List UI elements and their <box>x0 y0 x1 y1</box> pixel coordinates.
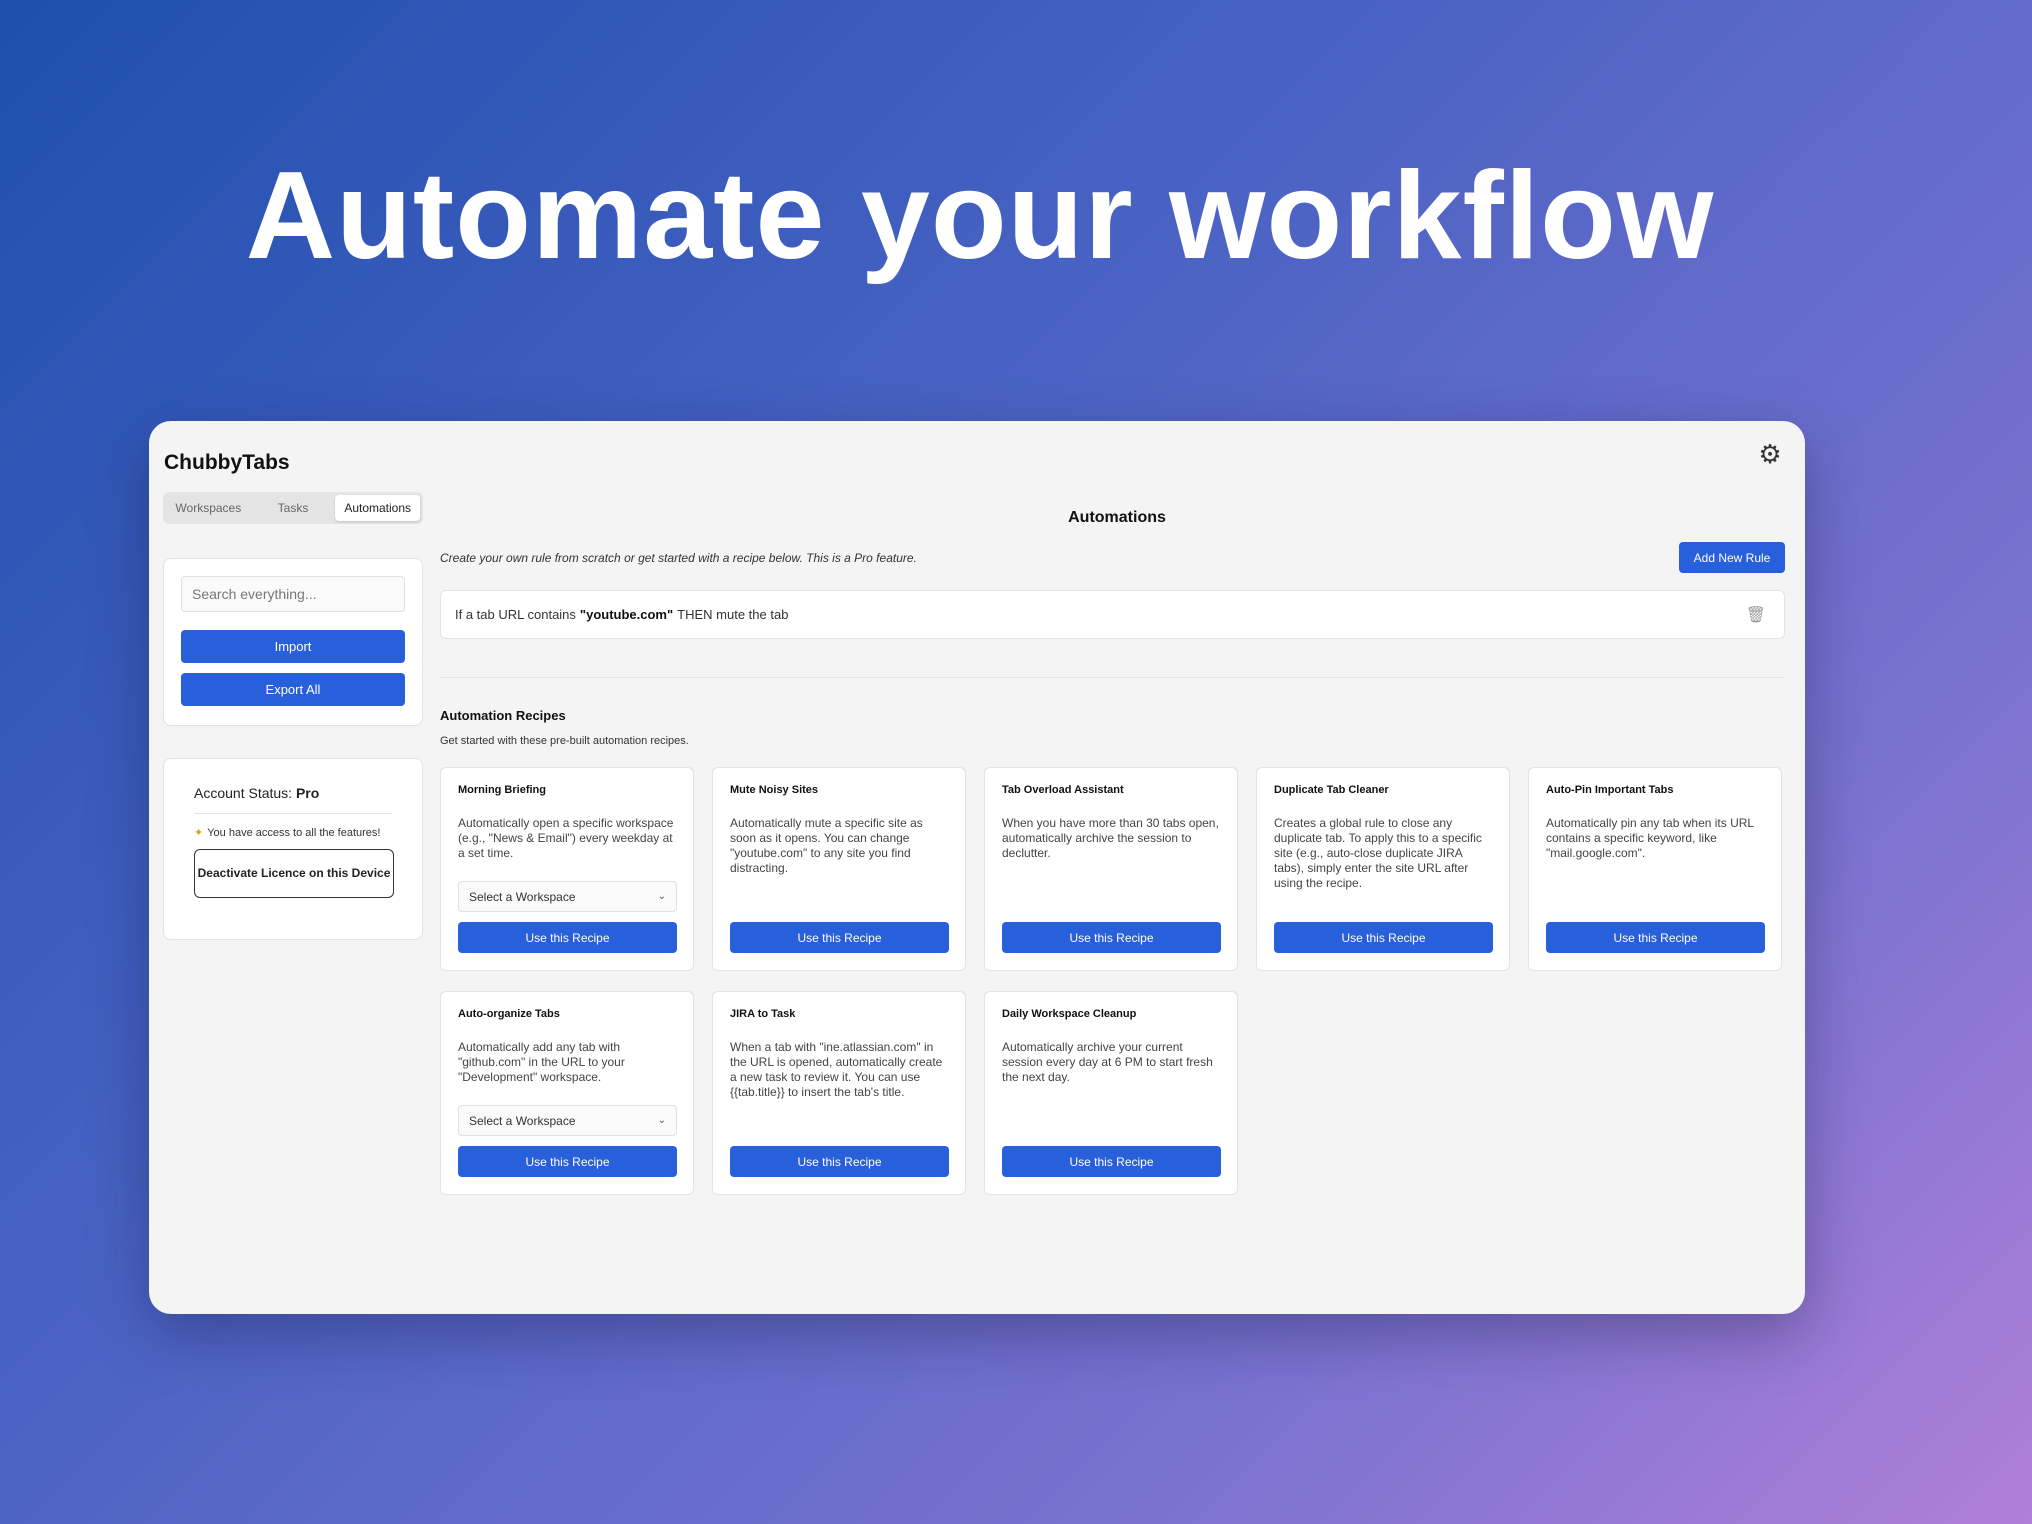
recipe-card-morning-briefing: Morning Briefing Automatically open a sp… <box>440 767 694 971</box>
export-all-button[interactable]: Export All <box>181 673 405 706</box>
recipe-title: Duplicate Tab Cleaner <box>1274 784 1389 796</box>
recipe-card-mute-noisy-sites: Mute Noisy Sites Automatically mute a sp… <box>712 767 966 971</box>
recipe-card-jira-to-task: JIRA to Task When a tab with "ine.atlass… <box>712 991 966 1195</box>
account-card: Account Status: Pro ✦ You have access to … <box>163 758 423 940</box>
recipe-description: Creates a global rule to close any dupli… <box>1274 816 1482 890</box>
tab-bar: Workspaces Tasks Automations <box>163 492 423 524</box>
tab-workspaces[interactable]: Workspaces <box>166 495 251 521</box>
recipe-description: When you have more than 30 tabs open, au… <box>1002 816 1219 860</box>
recipe-card-duplicate-tab-cleaner: Duplicate Tab Cleaner Creates a global r… <box>1256 767 1510 971</box>
add-new-rule-button[interactable]: Add New Rule <box>1679 542 1785 573</box>
chevron-down-icon: ⌄ <box>657 1115 666 1126</box>
rule-prefix: If a tab URL contains <box>455 607 576 622</box>
deactivate-licence-button[interactable]: Deactivate Licence on this Device <box>194 849 394 898</box>
recipe-description: When a tab with "ine.atlassian.com" in t… <box>730 1040 943 1099</box>
use-recipe-button[interactable]: Use this Recipe <box>1002 1146 1221 1177</box>
workspace-select-value: Select a Workspace <box>469 889 576 904</box>
account-status-label: Account Status: <box>194 785 296 801</box>
recipe-description: Automatically add any tab with "github.c… <box>458 1040 625 1084</box>
chevron-down-icon: ⌄ <box>657 891 666 902</box>
use-recipe-button[interactable]: Use this Recipe <box>1546 922 1765 953</box>
recipe-title: JIRA to Task <box>730 1008 796 1020</box>
recipe-description: Automatically pin any tab when its URL c… <box>1546 816 1754 860</box>
recipe-title: Daily Workspace Cleanup <box>1002 1008 1137 1020</box>
recipe-title: Auto-Pin Important Tabs <box>1546 784 1674 796</box>
account-status: Account Status: Pro <box>194 785 392 814</box>
trash-icon[interactable]: 🗑 <box>1746 605 1766 625</box>
sparkle-icon: ✦ <box>194 827 204 839</box>
search-card: Import Export All <box>163 558 423 726</box>
page-description: Create your own rule from scratch or get… <box>440 551 917 565</box>
recipe-card-tab-overload-assistant: Tab Overload Assistant When you have mor… <box>984 767 1238 971</box>
app-title: ChubbyTabs <box>164 451 290 474</box>
hero-title: Automate your workflow <box>245 147 1715 285</box>
divider <box>440 677 1785 678</box>
workspace-select-value: Select a Workspace <box>469 1113 576 1128</box>
recipes-title: Automation Recipes <box>440 708 566 723</box>
tab-automations[interactable]: Automations <box>335 495 421 521</box>
account-note-text: You have access to all the features! <box>207 827 381 839</box>
recipe-description: Automatically open a specific workspace … <box>458 816 674 860</box>
search-input[interactable] <box>181 576 405 612</box>
use-recipe-button[interactable]: Use this Recipe <box>1274 922 1493 953</box>
app-window: ChubbyTabs ⚙ Workspaces Tasks Automation… <box>149 421 1805 1314</box>
use-recipe-button[interactable]: Use this Recipe <box>458 922 677 953</box>
workspace-select[interactable]: Select a Workspace ⌄ <box>458 1105 677 1136</box>
rule-row: If a tab URL contains "youtube.com" THEN… <box>440 590 1785 639</box>
recipe-title: Morning Briefing <box>458 784 546 796</box>
recipe-description: Automatically archive your current sessi… <box>1002 1040 1213 1084</box>
use-recipe-button[interactable]: Use this Recipe <box>730 1146 949 1177</box>
use-recipe-button[interactable]: Use this Recipe <box>458 1146 677 1177</box>
page-title: Automations <box>1068 509 1166 526</box>
recipe-title: Mute Noisy Sites <box>730 784 819 796</box>
recipe-title: Auto-organize Tabs <box>458 1008 560 1020</box>
recipe-card-daily-workspace-cleanup: Daily Workspace Cleanup Automatically ar… <box>984 991 1238 1195</box>
rule-suffix: THEN mute the tab <box>677 607 789 622</box>
import-button[interactable]: Import <box>181 630 405 663</box>
gear-icon[interactable]: ⚙ <box>1755 439 1785 469</box>
recipes-subtitle: Get started with these pre-built automat… <box>440 735 689 747</box>
recipe-description: Automatically mute a specific site as so… <box>730 816 923 875</box>
use-recipe-button[interactable]: Use this Recipe <box>730 922 949 953</box>
use-recipe-button[interactable]: Use this Recipe <box>1002 922 1221 953</box>
workspace-select[interactable]: Select a Workspace ⌄ <box>458 881 677 912</box>
recipe-card-auto-organize-tabs: Auto-organize Tabs Automatically add any… <box>440 991 694 1195</box>
recipe-card-auto-pin-important-tabs: Auto-Pin Important Tabs Automatically pi… <box>1528 767 1782 971</box>
account-status-value: Pro <box>295 785 320 801</box>
account-note: ✦ You have access to all the features! <box>194 826 392 839</box>
tab-tasks[interactable]: Tasks <box>251 495 336 521</box>
recipe-title: Tab Overload Assistant <box>1002 784 1124 796</box>
rule-keyword: "youtube.com" <box>579 607 674 622</box>
